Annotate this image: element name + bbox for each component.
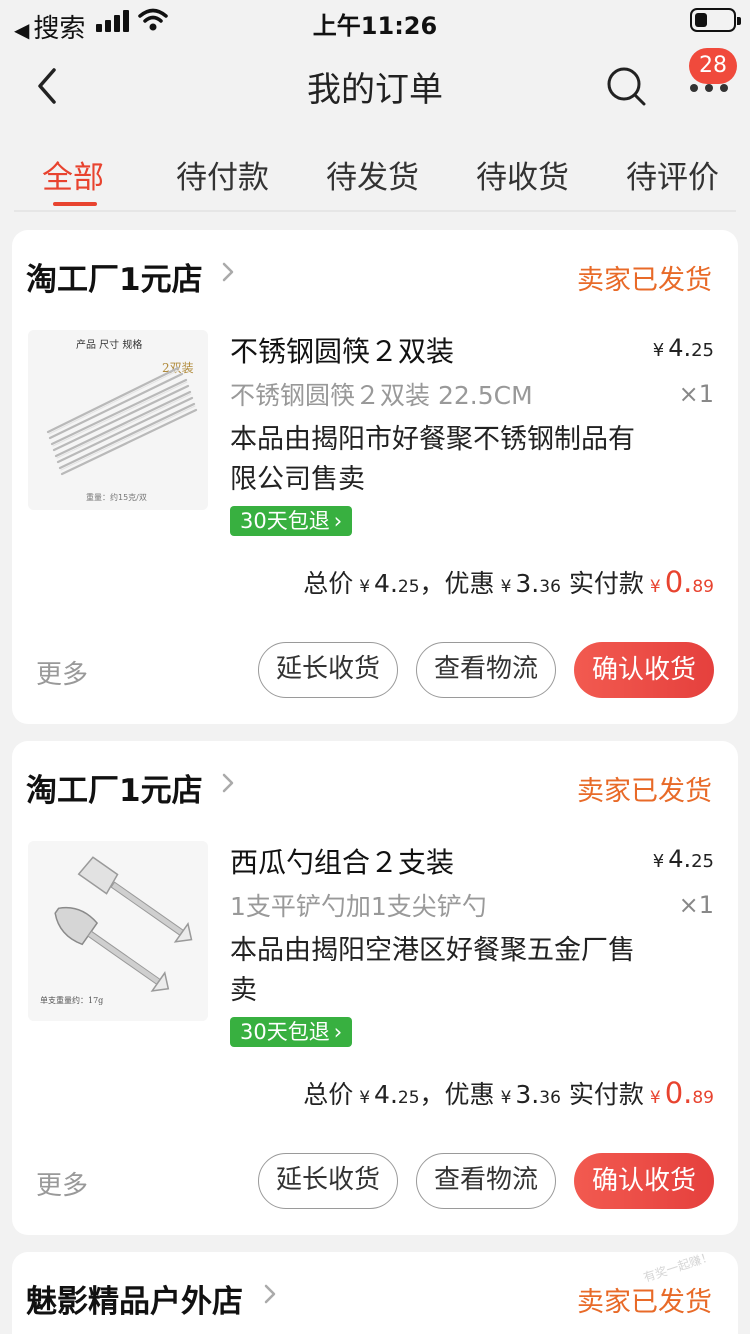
battery-icon: [690, 8, 741, 32]
paid-amount: ¥0.89: [644, 565, 714, 599]
view-logistics-button[interactable]: 查看物流: [416, 1153, 556, 1209]
paid-label: 实付款: [568, 1080, 644, 1109]
discount-integer: 3.: [515, 569, 540, 598]
product-spec: 1支平铲勺加1支尖铲勺: [230, 892, 487, 921]
product-image[interactable]: 单支重量约：17g: [28, 841, 208, 1021]
paid-decimal: 89: [692, 1088, 714, 1108]
extend-receipt-button[interactable]: 延长收货: [258, 642, 398, 698]
yen-symbol: ¥: [359, 577, 371, 597]
yen-symbol: ¥: [649, 1088, 661, 1108]
paid-integer: 0.: [664, 1076, 693, 1110]
image-footer-text: 单支重量约：17g: [40, 995, 103, 1005]
total-integer: 4.: [374, 1080, 398, 1109]
status-bar: ◀ 搜索 上午11:26: [0, 0, 750, 44]
tab-pending-payment[interactable]: 待付款: [176, 152, 269, 197]
search-icon[interactable]: [604, 64, 648, 108]
more-actions[interactable]: 更多: [36, 1165, 88, 1202]
discount-label: ，优惠: [419, 569, 495, 598]
product-quantity: ×1: [678, 891, 714, 919]
price-decimal: 25: [691, 340, 714, 361]
return-policy-tag[interactable]: 30天包退 ›: [230, 1017, 353, 1047]
chopsticks-image: 产品 尺寸 规格 2双装 重量：约15克/双: [28, 330, 208, 510]
product-spec: 不锈钢圆筷２双装 22.5CM: [230, 381, 533, 410]
order-totals: 总价 ¥4.25，优惠 ¥3.36 实付款 ¥0.89: [303, 564, 714, 600]
total-integer: 4.: [374, 569, 398, 598]
more-actions[interactable]: 更多: [36, 654, 88, 691]
product-price: ¥4.25: [653, 334, 714, 362]
product-price: ¥4.25: [653, 845, 714, 873]
total-decimal: 25: [397, 1088, 420, 1108]
active-tab-indicator: [53, 202, 97, 206]
product-title[interactable]: 不锈钢圆筷２双装: [230, 330, 454, 370]
tab-pending-shipment[interactable]: 待发货: [326, 152, 419, 197]
discount-integer: 3.: [515, 1080, 540, 1109]
total-label: 总价: [303, 569, 354, 598]
more-icon[interactable]: [690, 84, 728, 96]
tab-pending-receipt[interactable]: 待收货: [476, 152, 569, 197]
discount-label: ，优惠: [419, 1080, 495, 1109]
seller-info: 本品由揭阳市好餐聚不锈钢制品有限公司售卖: [230, 424, 635, 495]
chevron-right-icon[interactable]: [220, 771, 236, 795]
chevron-right-icon: ›: [333, 509, 343, 533]
order-status: 卖家已发货: [577, 1287, 712, 1318]
discount-decimal: 36: [539, 1088, 561, 1108]
total-decimal: 25: [397, 577, 420, 597]
divider: [14, 210, 736, 212]
status-time: 上午11:26: [312, 12, 438, 40]
yen-symbol: ¥: [652, 851, 665, 872]
order-status: 卖家已发货: [577, 776, 712, 807]
return-policy-label: 30天包退: [240, 1020, 330, 1044]
spoon-set-image: 单支重量约：17g: [28, 841, 208, 1021]
shop-name[interactable]: 淘工厂1元店: [26, 254, 203, 299]
chevron-right-icon[interactable]: [262, 1282, 278, 1306]
tab-all[interactable]: 全部: [42, 152, 104, 197]
confirm-receipt-button[interactable]: 确认收货: [574, 1153, 714, 1209]
discount-decimal: 36: [539, 577, 561, 597]
total-label: 总价: [303, 1080, 354, 1109]
return-policy-tag[interactable]: 30天包退 ›: [230, 506, 353, 536]
paid-decimal: 89: [692, 577, 714, 597]
price-integer: 4.: [668, 334, 692, 362]
confirm-receipt-button[interactable]: 确认收货: [574, 642, 714, 698]
yen-symbol: ¥: [500, 577, 512, 597]
seller-info: 本品由揭阳空港区好餐聚五金厂售卖: [230, 935, 635, 1006]
paid-amount: ¥0.89: [644, 1076, 714, 1110]
paid-integer: 0.: [664, 565, 693, 599]
view-logistics-button[interactable]: 查看物流: [416, 642, 556, 698]
price-integer: 4.: [668, 845, 692, 873]
paid-label: 实付款: [568, 569, 644, 598]
chevron-right-icon[interactable]: [220, 260, 236, 284]
order-status: 卖家已发货: [577, 265, 712, 296]
image-header-text: 产品 尺寸 规格: [76, 338, 142, 351]
nav-bar: 我的订单 28: [0, 42, 750, 132]
yen-symbol: ¥: [652, 340, 665, 361]
chevron-right-icon: ›: [333, 1020, 343, 1044]
order-card[interactable]: 淘工厂1元店 卖家已发货 单支重量约：17g 西瓜勺组合２支装 ¥4.25 1支…: [12, 741, 738, 1235]
image-footer-text: 重量：约15克/双: [86, 492, 147, 502]
yen-symbol: ¥: [649, 577, 661, 597]
yen-symbol: ¥: [500, 1088, 512, 1108]
order-card[interactable]: 魅影精品户外店 卖家已发货 有奖一起赚！: [12, 1252, 738, 1334]
extend-receipt-button[interactable]: 延长收货: [258, 1153, 398, 1209]
shop-name[interactable]: 淘工厂1元店: [26, 765, 203, 810]
yen-symbol: ¥: [359, 1088, 371, 1108]
message-count-badge: 28: [689, 48, 737, 84]
product-quantity: ×1: [678, 380, 714, 408]
tab-pending-review[interactable]: 待评价: [626, 152, 719, 197]
order-tabs: 全部 待付款 待发货 待收货 待评价: [0, 140, 750, 210]
product-image[interactable]: 产品 尺寸 规格 2双装 重量：约15克/双: [28, 330, 208, 510]
shop-name[interactable]: 魅影精品户外店: [26, 1276, 243, 1321]
order-card[interactable]: 淘工厂1元店 卖家已发货 产品 尺寸 规格 2双装 重量：约15克/双 不锈钢圆…: [12, 230, 738, 724]
return-policy-label: 30天包退: [240, 509, 330, 533]
price-decimal: 25: [691, 851, 714, 872]
order-totals: 总价 ¥4.25，优惠 ¥3.36 实付款 ¥0.89: [303, 1075, 714, 1111]
product-title[interactable]: 西瓜勺组合２支装: [230, 841, 454, 881]
